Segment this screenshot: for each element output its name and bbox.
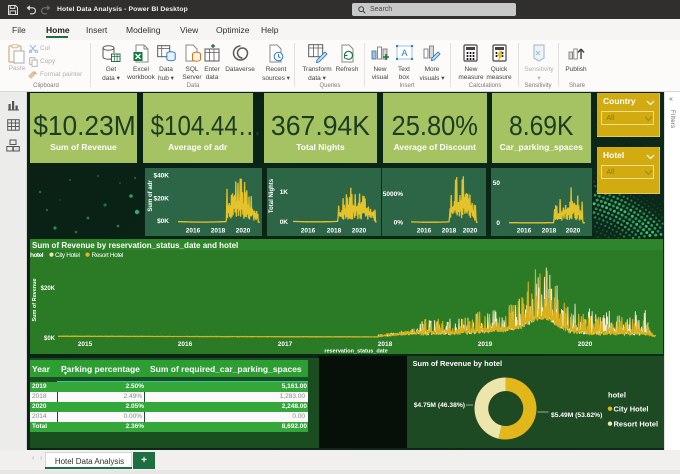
svg-text:City Hotel: City Hotel (614, 405, 649, 414)
svg-text:hotel: hotel (608, 391, 626, 400)
svg-text:$4.75M (46.38%): $4.75M (46.38%) (414, 402, 465, 409)
svg-text:Resort Hotel: Resort Hotel (614, 420, 659, 429)
svg-text:$5.49M (53.62%): $5.49M (53.62%) (551, 412, 602, 419)
